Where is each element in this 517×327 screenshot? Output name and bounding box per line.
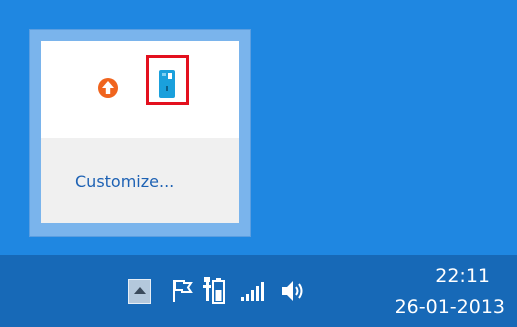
hidden-icons-area: [41, 41, 239, 138]
clock-time: 22:11: [435, 265, 490, 287]
action-center-flag-icon[interactable]: [170, 278, 196, 304]
show-hidden-icons-button[interactable]: [128, 279, 151, 304]
volume-icon[interactable]: [279, 277, 307, 305]
notification-overflow-flyout: Customize...: [29, 29, 251, 237]
upload-arrow-icon[interactable]: [97, 77, 119, 99]
clock-date: 26-01-2013: [394, 296, 505, 318]
chevron-up-icon: [134, 287, 146, 294]
battery-icon[interactable]: [202, 276, 226, 306]
taskbar: 22:11 26-01-2013: [0, 255, 517, 327]
flyout-footer: Customize...: [41, 138, 239, 223]
network-signal-icon[interactable]: [240, 281, 266, 303]
highlight-box: [146, 55, 189, 105]
customize-link[interactable]: Customize...: [75, 172, 174, 191]
flyout-panel: Customize...: [41, 41, 239, 223]
clock[interactable]: 22:11 26-01-2013: [389, 259, 511, 325]
